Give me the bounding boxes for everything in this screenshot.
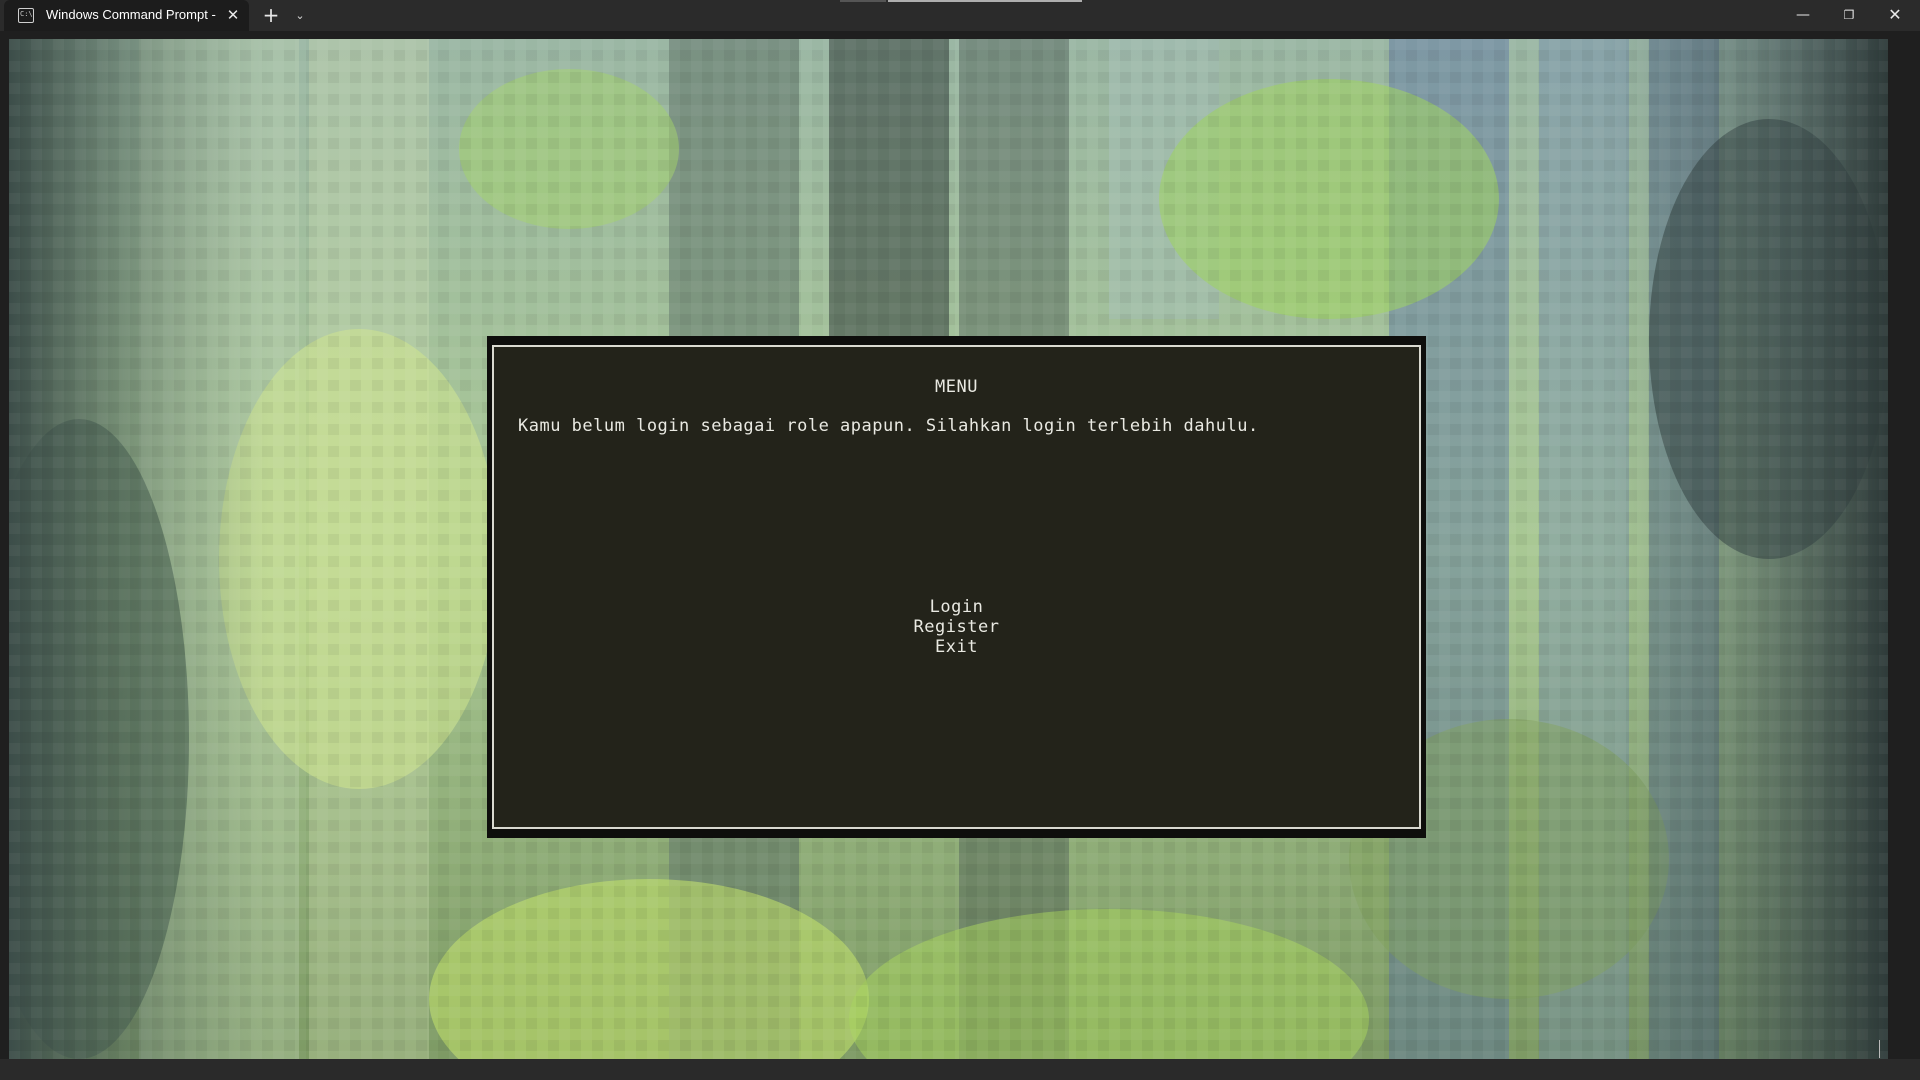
menu-option-exit[interactable]: Exit (935, 637, 978, 657)
new-tab-button[interactable]: + (258, 3, 284, 29)
close-tab-icon[interactable]: ✕ (222, 4, 244, 26)
menu-options: Login Register Exit (494, 597, 1419, 657)
chevron-down-icon[interactable]: ⌄ (290, 3, 310, 29)
terminal-icon: C:\ (18, 8, 34, 23)
menu-dialog: MENU Kamu belum login sebagai role apapu… (487, 336, 1426, 838)
restore-button[interactable]: ❐ (1826, 0, 1872, 31)
menu-option-register[interactable]: Register (914, 617, 1000, 637)
close-window-button[interactable]: ✕ (1872, 0, 1918, 31)
title-bar: C:\ Windows Command Prompt - ✕ + ⌄ — ❐ ✕ (0, 0, 1920, 31)
window-bottom-border (0, 1059, 1920, 1080)
minimize-button[interactable]: — (1780, 0, 1826, 31)
scrollbar-thumb[interactable] (1879, 1040, 1880, 1058)
tab-title: Windows Command Prompt - (46, 7, 216, 22)
tab-command-prompt[interactable]: C:\ Windows Command Prompt - ✕ (4, 0, 249, 31)
login-status-message: Kamu belum login sebagai role apapun. Si… (518, 416, 1259, 436)
drag-region (888, 0, 1082, 2)
terminal-view[interactable]: MENU Kamu belum login sebagai role apapu… (9, 39, 1888, 1059)
menu-option-login[interactable]: Login (930, 597, 984, 617)
menu-panel: MENU Kamu belum login sebagai role apapu… (492, 345, 1421, 829)
drag-region-left (840, 0, 886, 2)
menu-title: MENU (935, 377, 978, 397)
